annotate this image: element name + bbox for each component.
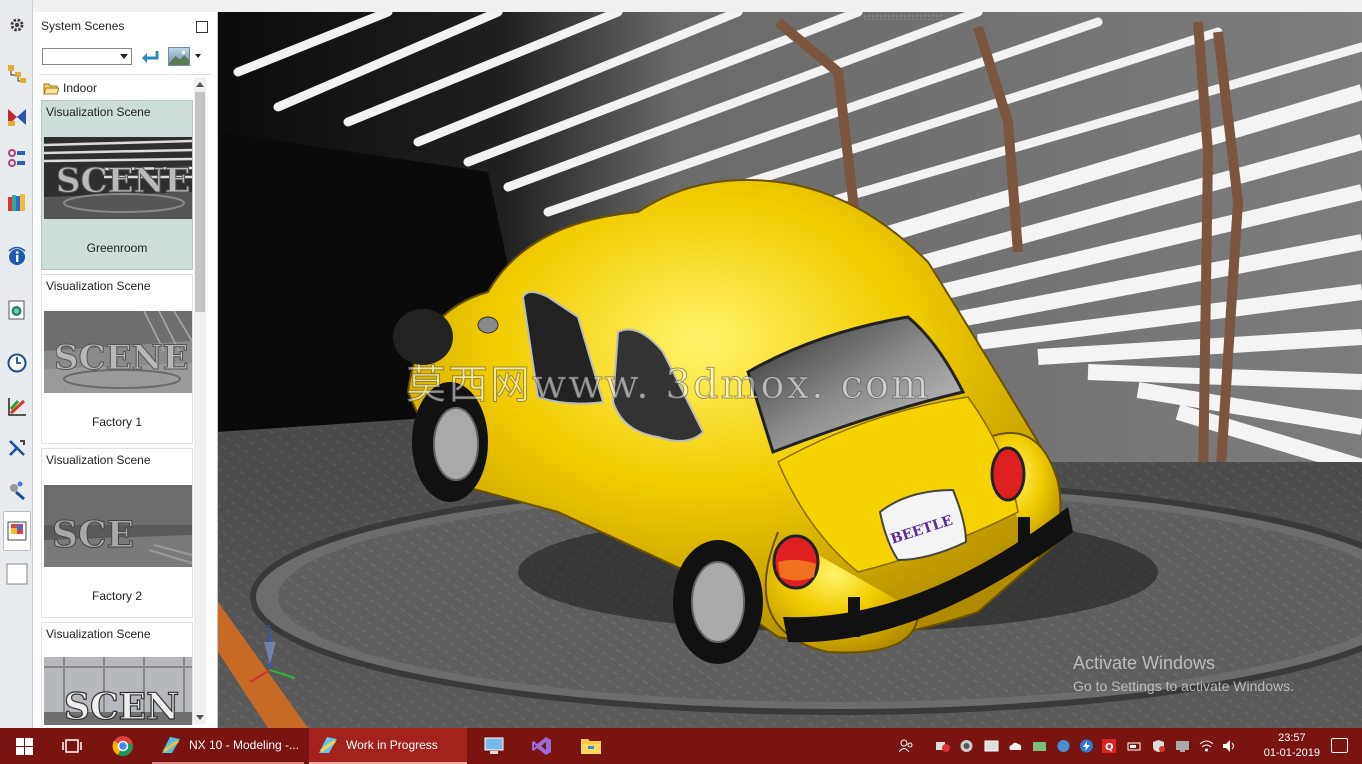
- people-icon[interactable]: [899, 739, 914, 753]
- return-arrow-icon: [142, 51, 159, 63]
- background-dropdown[interactable]: [195, 54, 201, 58]
- apply-scene-button[interactable]: [139, 48, 161, 66]
- file-explorer-icon[interactable]: [577, 728, 605, 764]
- scroll-up-icon[interactable]: [196, 82, 204, 87]
- watermark-text: 莫西网www. 3dmox. com: [406, 362, 931, 409]
- q-app-icon[interactable]: Q: [1102, 739, 1117, 753]
- visual-studio-icon[interactable]: [528, 728, 556, 764]
- notification-icon[interactable]: [1331, 738, 1348, 753]
- system-materials-icon[interactable]: [4, 477, 30, 503]
- gear-icon[interactable]: [4, 12, 30, 38]
- scene-card-4[interactable]: Visualization Scene SCEN: [41, 622, 193, 725]
- teamviewer-icon[interactable]: [480, 728, 508, 764]
- onedrive-icon[interactable]: [1008, 739, 1023, 753]
- scroll-thumb[interactable]: [195, 92, 205, 312]
- landscape-icon: [169, 50, 189, 65]
- chevron-down-icon: [120, 54, 128, 59]
- taskbar-app-label: Work in Progress: [346, 738, 438, 752]
- divider: [39, 74, 211, 75]
- part-navigator-icon[interactable]: [4, 146, 30, 172]
- maximize-icon[interactable]: [196, 21, 208, 33]
- web-browser-icon[interactable]: [4, 297, 30, 323]
- battery-icon[interactable]: [1127, 739, 1142, 753]
- svg-text:SCE: SCE: [52, 514, 134, 556]
- folder-open-icon: [43, 83, 59, 94]
- nx-render-icon: [319, 737, 337, 753]
- folder-label: Indoor: [63, 81, 98, 95]
- scene-thumbnail: SCEN: [44, 657, 192, 725]
- clock-time: 23:57: [1278, 732, 1306, 744]
- scene-category-select[interactable]: [42, 48, 132, 65]
- scene-thumbnail: SCE: [44, 485, 192, 567]
- folder-indoor[interactable]: Indoor: [43, 79, 97, 97]
- panel-title: System Scenes: [41, 19, 125, 33]
- constraint-navigator-icon[interactable]: [4, 104, 30, 130]
- scene-card-greenroom[interactable]: Visualization Scene SCENE Greenroom: [41, 100, 193, 270]
- monitor-icon[interactable]: [1175, 739, 1190, 753]
- svg-text:SCEN: SCEN: [64, 686, 179, 725]
- scene-name: Greenroom: [86, 241, 148, 255]
- bolt-icon[interactable]: [1079, 739, 1094, 753]
- scene-card-factory-1[interactable]: Visualization Scene SCENE Factory 1: [41, 274, 193, 444]
- scene-name: Factory 2: [91, 589, 142, 603]
- svg-text:SCENE: SCENE: [56, 161, 191, 201]
- wifi-icon[interactable]: [1199, 739, 1214, 753]
- nx-icon: [162, 737, 180, 753]
- display-icon[interactable]: [984, 739, 999, 753]
- task-view-icon[interactable]: [58, 728, 86, 764]
- background-button[interactable]: [168, 47, 190, 66]
- taskbar: NX 10 - Modeling -... Work in Progress Q…: [0, 728, 1362, 764]
- blank-icon[interactable]: [4, 561, 30, 587]
- system-scenes-panel: System Scenes Indoor Visualization Scene: [33, 12, 218, 728]
- scroll-down-icon[interactable]: [196, 715, 204, 720]
- scene-thumbnail: SCENE: [44, 311, 192, 393]
- security-icon[interactable]: [959, 739, 974, 753]
- volume-icon[interactable]: [1222, 739, 1237, 753]
- scene-list-scrollbar[interactable]: [194, 78, 206, 724]
- scene-name: Factory 1: [91, 415, 142, 429]
- viewport-grip[interactable]: [863, 14, 943, 20]
- shield-icon[interactable]: [1151, 739, 1166, 753]
- activate-subtitle: Go to Settings to activate Windows.: [1073, 678, 1294, 694]
- activate-title: Activate Windows: [1073, 653, 1216, 673]
- svg-text:Q: Q: [1105, 742, 1114, 753]
- process-studio-icon[interactable]: [4, 393, 30, 419]
- taskbar-app-nx-modeling[interactable]: NX 10 - Modeling -...: [152, 728, 304, 764]
- history-icon[interactable]: [4, 350, 30, 376]
- taskbar-app-work-in-progress[interactable]: Work in Progress: [309, 728, 467, 764]
- reuse-library-icon[interactable]: [4, 189, 30, 215]
- system-clock[interactable]: 23:57 01-01-2019: [1264, 731, 1320, 761]
- scene-thumbnail: SCENE: [44, 137, 192, 219]
- scene-list: Visualization Scene SCENE Greenroom Visu…: [41, 100, 193, 725]
- scene-type-label: Visualization Scene: [46, 627, 151, 641]
- taskbar-app-label: NX 10 - Modeling -...: [189, 738, 300, 752]
- clock-date: 01-01-2019: [1263, 747, 1320, 759]
- network-alert-icon[interactable]: [935, 739, 950, 753]
- info-icon[interactable]: [4, 243, 30, 269]
- svg-text:SCENE: SCENE: [54, 338, 189, 378]
- view-triad[interactable]: z: [240, 620, 310, 690]
- sync-icon[interactable]: [1032, 739, 1047, 753]
- activate-windows-notice: Activate Windows Go to Settings to activ…: [1073, 653, 1294, 694]
- system-scenes-icon[interactable]: [3, 511, 31, 551]
- windows-start-icon[interactable]: [10, 728, 38, 764]
- assembly-navigator-icon[interactable]: [4, 61, 30, 87]
- scene-card-factory-2[interactable]: Visualization Scene SCE Factory 2: [41, 448, 193, 618]
- globe-icon[interactable]: [1056, 739, 1071, 753]
- graphics-viewport[interactable]: BEETLE 莫西网www. 3dmox. com Activate Windo…: [218, 12, 1362, 728]
- chrome-icon[interactable]: [107, 728, 139, 764]
- scene-type-label: Visualization Scene: [46, 279, 151, 293]
- scene-type-label: Visualization Scene: [46, 105, 151, 119]
- svg-text:z: z: [266, 623, 271, 633]
- roles-icon[interactable]: [4, 435, 30, 461]
- resource-bar: [0, 0, 33, 728]
- scene-type-label: Visualization Scene: [46, 453, 151, 467]
